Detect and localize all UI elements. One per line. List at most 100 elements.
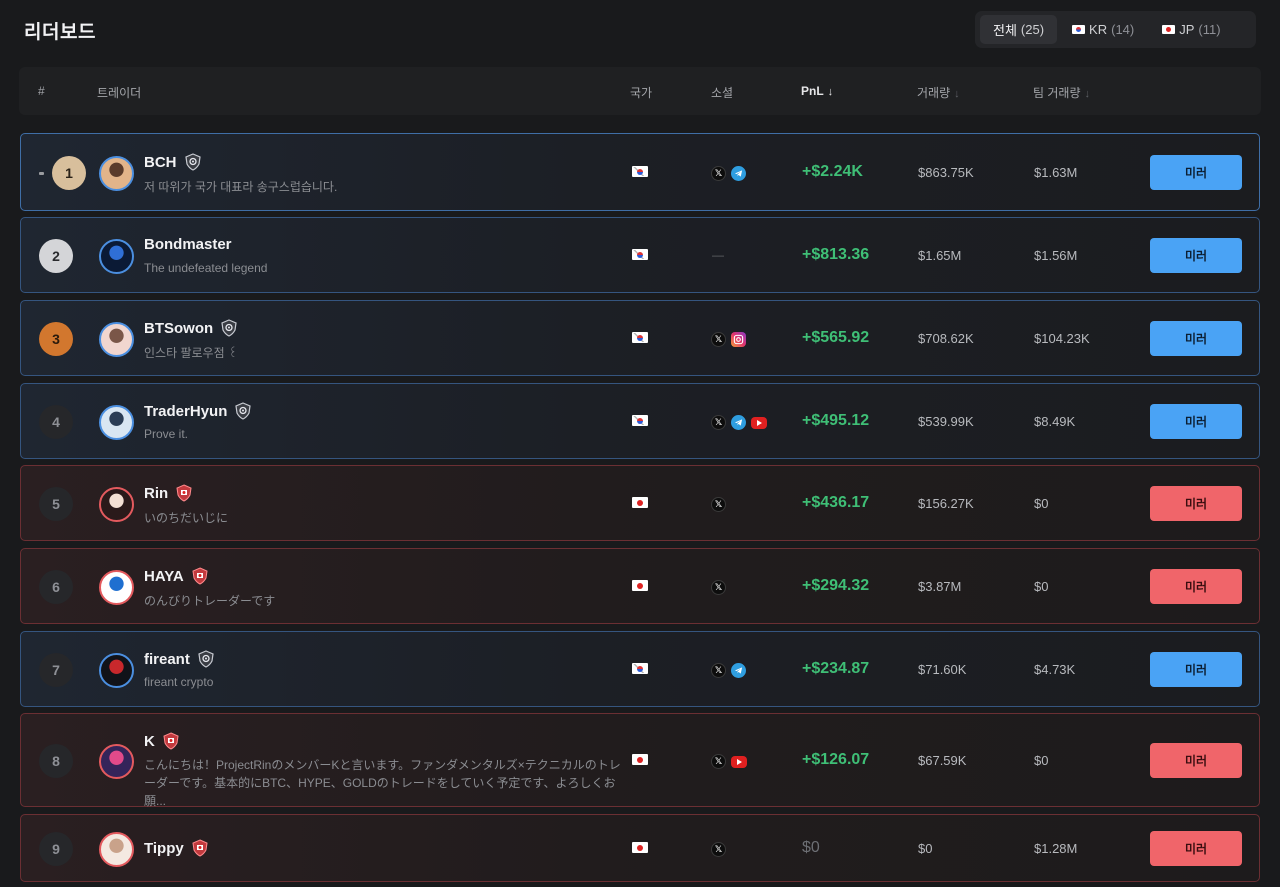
column-header-pnl-label: PnL xyxy=(801,84,824,98)
telegram-icon[interactable] xyxy=(731,166,746,181)
japan-team-badge-icon xyxy=(162,732,180,750)
korea-flag-icon xyxy=(632,332,648,343)
x-icon[interactable]: 𝕏 xyxy=(711,166,726,181)
avatar[interactable] xyxy=(99,486,134,522)
trader-bio: The undefeated legend xyxy=(144,261,268,275)
pnl-value: +$2.24K xyxy=(802,163,863,180)
rank-badge: 6 xyxy=(39,570,73,604)
trader-name[interactable]: TraderHyun xyxy=(144,403,227,420)
table-row[interactable]: 3 BTSowon 인스타 팔로우점 ꒰ 𝕏 +$565.92 $708.62K $104.… xyxy=(20,300,1260,376)
volume-value: $156.27K xyxy=(918,496,974,511)
table-row[interactable]: 1 BCH 저 따위가 국가 대표라 송구스럽습니다. 𝕏 +$2.24K $863.75… xyxy=(20,133,1260,211)
mirror-button[interactable]: 미러 xyxy=(1150,155,1242,190)
table-header: # 트레이더 국가 소셜 PnL ↓ 거래량 ↓ 팀 거래량 ↓ xyxy=(19,67,1261,115)
filter-tab-count: (14) xyxy=(1111,22,1135,37)
team-volume-value: $1.63M xyxy=(1034,165,1078,180)
mirror-button[interactable]: 미러 xyxy=(1150,321,1242,356)
table-row[interactable]: 2 Bondmaster The undefeated legend — +$813.3… xyxy=(20,217,1260,293)
avatar[interactable] xyxy=(99,238,134,274)
trader-bio: 저 따위가 국가 대표라 송구스럽습니다. xyxy=(144,180,338,194)
rank-badge: 4 xyxy=(39,405,73,439)
filter-tab-kr[interactable]: KR (14) xyxy=(1059,15,1147,44)
avatar[interactable] xyxy=(99,652,134,688)
mirror-button[interactable]: 미러 xyxy=(1150,652,1242,687)
avatar[interactable] xyxy=(99,321,134,357)
trader-name[interactable]: Rin xyxy=(144,485,168,502)
filter-tab-jp[interactable]: JP (11) xyxy=(1149,15,1233,44)
x-icon[interactable]: 𝕏 xyxy=(711,754,726,769)
trader-name[interactable]: Tippy xyxy=(144,840,184,857)
trader-name[interactable]: BCH xyxy=(144,154,177,171)
verified-shield-icon xyxy=(197,650,215,668)
sort-down-arrow-icon: ↓ xyxy=(827,86,834,98)
social-links: 𝕏 xyxy=(711,663,746,678)
table-row[interactable]: 4 TraderHyun Prove it. 𝕏 +$495.12 $539.99K $8.… xyxy=(20,383,1260,459)
verified-shield-icon xyxy=(184,153,202,171)
pnl-value: +$813.36 xyxy=(802,246,870,263)
trader-name-wrap: TraderHyun xyxy=(144,402,252,420)
avatar[interactable] xyxy=(99,743,134,779)
rank-badge: 3 xyxy=(39,322,73,356)
country-filter-tabs: 전체 (25) KR (14) JP (11) xyxy=(975,11,1256,48)
table-row[interactable]: 8 K こんにちは！ProjectRinのメンバーKと言います。ファンダメンタルズ×… xyxy=(20,713,1260,808)
korea-flag-icon xyxy=(632,249,648,260)
column-header-pnl[interactable]: PnL ↓ xyxy=(801,84,833,98)
table-row[interactable]: 6 HAYA のんびりトレーダーです 𝕏 +$294.32 $3.87M $0 미러 xyxy=(20,548,1260,624)
trader-bio: 인스타 팔로우점 ꒰ xyxy=(144,346,238,360)
team-volume-value: $0 xyxy=(1034,496,1049,511)
korea-flag-icon xyxy=(632,166,648,177)
mirror-button[interactable]: 미러 xyxy=(1150,569,1242,604)
x-icon[interactable]: 𝕏 xyxy=(711,842,726,857)
telegram-icon[interactable] xyxy=(731,663,746,678)
avatar[interactable] xyxy=(99,404,134,440)
trader-name-wrap: Bondmaster xyxy=(144,236,232,253)
filter-tab-count: (25) xyxy=(1020,22,1045,37)
column-header-volume[interactable]: 거래량 ↓ xyxy=(917,84,960,101)
filter-tab-label: 전체 xyxy=(993,23,1017,38)
x-icon[interactable]: 𝕏 xyxy=(711,497,726,512)
column-header-rank: # xyxy=(38,84,45,98)
social-links: 𝕏 xyxy=(711,754,747,769)
filter-tab-label: JP xyxy=(1179,22,1195,37)
trader-name[interactable]: Bondmaster xyxy=(144,236,232,253)
table-row[interactable]: 5 Rin いのちだいじに 𝕏 +$436.17 $156.27K $0 미러 xyxy=(20,465,1260,541)
pnl-value: +$565.92 xyxy=(802,329,870,346)
filter-tab-all[interactable]: 전체 (25) xyxy=(980,15,1058,44)
x-icon[interactable]: 𝕏 xyxy=(711,332,726,347)
mirror-button[interactable]: 미러 xyxy=(1150,831,1242,866)
youtube-icon[interactable] xyxy=(731,755,747,768)
volume-value: $0 xyxy=(918,841,933,856)
rank-badge: 1 xyxy=(52,156,86,190)
trader-name[interactable]: fireant xyxy=(144,651,190,668)
instagram-icon[interactable] xyxy=(731,332,746,347)
x-icon[interactable]: 𝕏 xyxy=(711,580,726,595)
mirror-button[interactable]: 미러 xyxy=(1150,743,1242,778)
mirror-button[interactable]: 미러 xyxy=(1150,486,1242,521)
mirror-button[interactable]: 미러 xyxy=(1150,404,1242,439)
column-header-team-volume[interactable]: 팀 거래량 ↓ xyxy=(1033,84,1090,101)
mirror-button[interactable]: 미러 xyxy=(1150,238,1242,273)
trader-name[interactable]: K xyxy=(144,733,155,750)
table-row[interactable]: 9 Tippy 𝕏 $0 $0 $1.28M 미러 xyxy=(20,814,1260,882)
avatar[interactable] xyxy=(99,155,134,191)
trader-bio: こんにちは！ProjectRinのメンバーKと言います。ファンダメンタルズ×テク… xyxy=(144,758,621,808)
x-icon[interactable]: 𝕏 xyxy=(711,415,726,430)
trader-name[interactable]: BTSowon xyxy=(144,320,213,337)
x-icon[interactable]: 𝕏 xyxy=(711,663,726,678)
avatar[interactable] xyxy=(99,831,134,867)
trader-bio: Prove it. xyxy=(144,427,189,441)
trader-bio: いのちだいじに xyxy=(144,511,229,525)
social-links: 𝕏 xyxy=(711,166,746,181)
japan-team-badge-icon xyxy=(175,484,193,502)
youtube-icon[interactable] xyxy=(751,416,767,429)
column-header-social: 소셜 xyxy=(711,86,734,100)
japan-flag-icon xyxy=(1162,25,1176,34)
korea-flag-icon xyxy=(632,663,648,674)
trader-name[interactable]: HAYA xyxy=(144,568,184,585)
column-header-team-volume-label: 팀 거래량 xyxy=(1033,86,1081,100)
avatar[interactable] xyxy=(99,569,134,605)
filter-tab-label: KR xyxy=(1089,22,1108,37)
telegram-icon[interactable] xyxy=(731,415,746,430)
table-row[interactable]: 7 fireant fireant crypto 𝕏 +$234.87 $71.60K $4… xyxy=(20,631,1260,707)
trader-name-wrap: Rin xyxy=(144,484,193,502)
